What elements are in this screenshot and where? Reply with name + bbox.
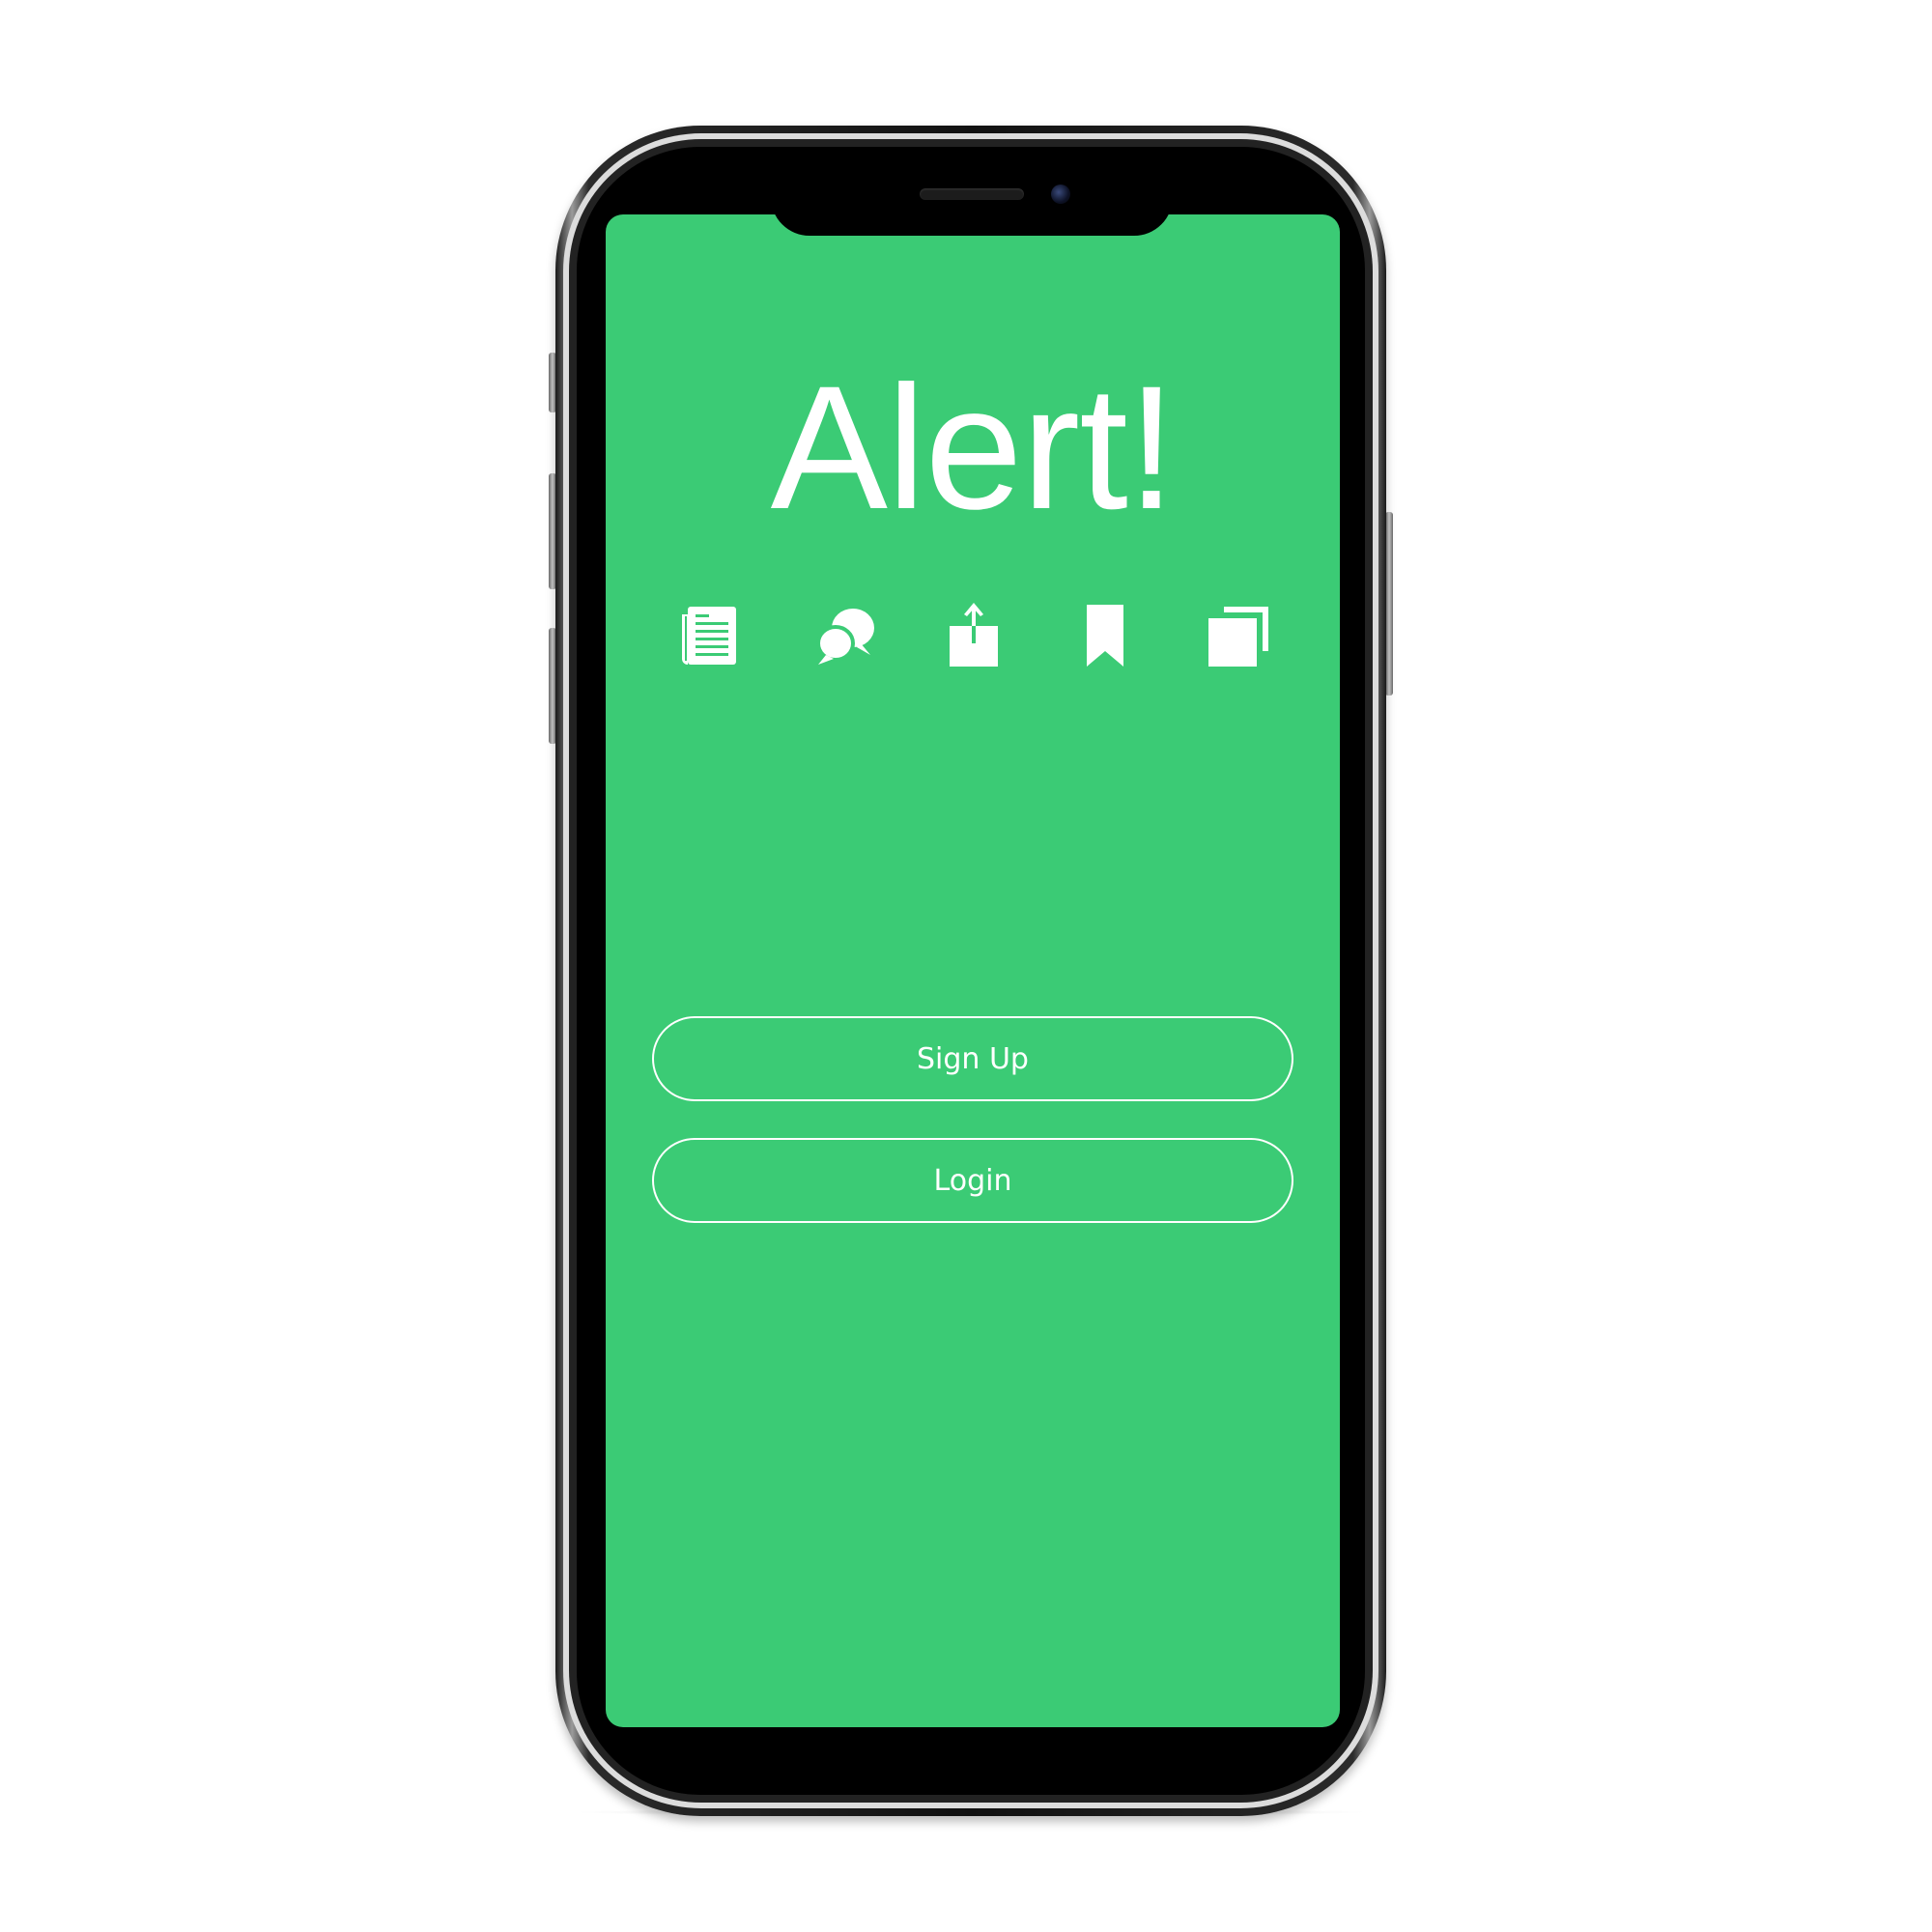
earpiece-speaker (920, 188, 1024, 200)
app-screen: Alert! Sign Up Login (606, 214, 1340, 1727)
mockup-stage: Alert! Sign Up Login (0, 0, 1932, 1932)
copy-icon[interactable] (1205, 601, 1272, 668)
sign-up-button[interactable]: Sign Up (652, 1016, 1293, 1101)
app-title: Alert! (770, 349, 1177, 546)
share-icon[interactable] (940, 601, 1008, 668)
chat-bubbles-icon[interactable] (810, 601, 878, 668)
bookmark-icon[interactable] (1071, 601, 1139, 668)
newspaper-icon[interactable] (674, 601, 742, 668)
front-camera (1051, 185, 1070, 204)
icon-row (606, 601, 1340, 668)
power-button (1385, 512, 1393, 696)
login-button[interactable]: Login (652, 1138, 1293, 1223)
